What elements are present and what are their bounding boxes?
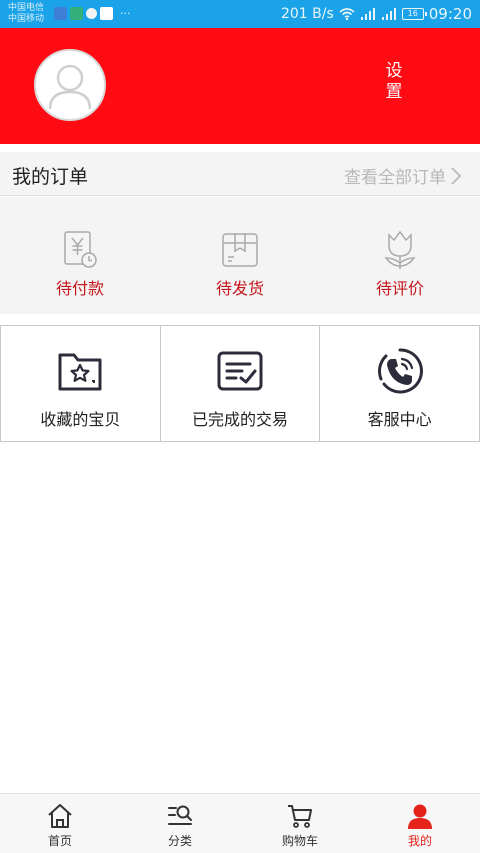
wifi-icon	[339, 8, 355, 21]
notification-app3-icon	[100, 7, 113, 20]
notification-app-icon	[54, 7, 67, 20]
order-pending-review-label: 待评价	[375, 279, 424, 298]
user-icon	[408, 804, 432, 829]
signal-2-icon	[381, 8, 396, 20]
carrier-info: 中国电信 中国移动	[8, 3, 44, 25]
favorites-label: 收藏的宝贝	[40, 410, 121, 429]
order-pending-payment-label: 待付款	[55, 279, 104, 298]
avatar[interactable]	[34, 49, 106, 121]
completed-list-icon	[217, 351, 263, 391]
orders-title: 我的订单	[12, 166, 89, 188]
customer-service-label: 客服中心	[367, 410, 432, 429]
carrier-2: 中国移动	[8, 14, 45, 24]
bottom-nav: 首页 分类 购物车 我的	[0, 793, 480, 853]
nav-category[interactable]: 分类	[120, 794, 240, 853]
chevron-right-icon	[451, 166, 462, 185]
order-pending-payment[interactable]: 待付款	[0, 197, 160, 314]
settings-button[interactable]: 设置	[384, 61, 404, 103]
tulip-icon	[384, 230, 416, 269]
order-pending-shipment[interactable]: 待发货	[160, 197, 320, 314]
signal-icon	[360, 8, 375, 20]
status-right: 201 B/s 16 09:20	[281, 5, 472, 23]
notification-app2-icon	[86, 8, 97, 19]
net-speed: 201 B/s	[280, 6, 334, 22]
cart-icon	[288, 805, 312, 828]
favorites-cell[interactable]: 收藏的宝贝	[0, 326, 160, 441]
nav-cart-label: 购物车	[281, 834, 318, 848]
customer-service-cell[interactable]: 客服中心	[319, 326, 480, 441]
notification-chart-icon	[70, 7, 83, 20]
package-icon	[222, 233, 258, 267]
notification-icons: ···	[54, 7, 131, 20]
default-avatar-icon	[48, 64, 92, 110]
completed-orders-label: 已完成的交易	[192, 410, 289, 429]
star-folder-icon	[58, 353, 102, 391]
order-pending-review[interactable]: 待评价	[320, 197, 480, 314]
clock: 09:20	[428, 5, 472, 23]
nav-home[interactable]: 首页	[0, 794, 120, 853]
home-icon	[48, 804, 72, 828]
carrier-1: 中国电信	[8, 3, 45, 13]
nav-cart[interactable]: 购物车	[240, 794, 360, 853]
nav-mine[interactable]: 我的	[360, 794, 480, 853]
completed-orders-cell[interactable]: 已完成的交易	[159, 326, 320, 441]
order-status-row: 待付款 待发货 待评价	[0, 197, 480, 314]
profile-page: 中国电信 中国移动 ··· 201 B/s 16 09:20 设置 我的订单 查…	[0, 0, 480, 853]
nav-category-label: 分类	[167, 834, 192, 848]
view-all-orders-link[interactable]: 查看全部订单	[344, 163, 462, 188]
phone-icon	[377, 348, 423, 394]
feature-grid: 收藏的宝贝 已完成的交易 客服中心	[0, 325, 480, 442]
profile-header: 设置	[0, 28, 480, 144]
order-pending-shipment-label: 待发货	[215, 279, 264, 298]
category-search-icon	[168, 805, 192, 825]
nav-home-label: 首页	[47, 834, 72, 848]
yuan-clock-icon	[64, 231, 97, 268]
orders-section-header: 我的订单 查看全部订单	[0, 152, 480, 196]
status-bar: 中国电信 中国移动 ··· 201 B/s 16 09:20	[0, 0, 480, 28]
battery-icon: 16	[401, 8, 427, 20]
more-notifications-icon: ···	[120, 6, 131, 20]
view-all-orders-label: 查看全部订单	[344, 168, 446, 188]
nav-mine-label: 我的	[407, 834, 432, 848]
